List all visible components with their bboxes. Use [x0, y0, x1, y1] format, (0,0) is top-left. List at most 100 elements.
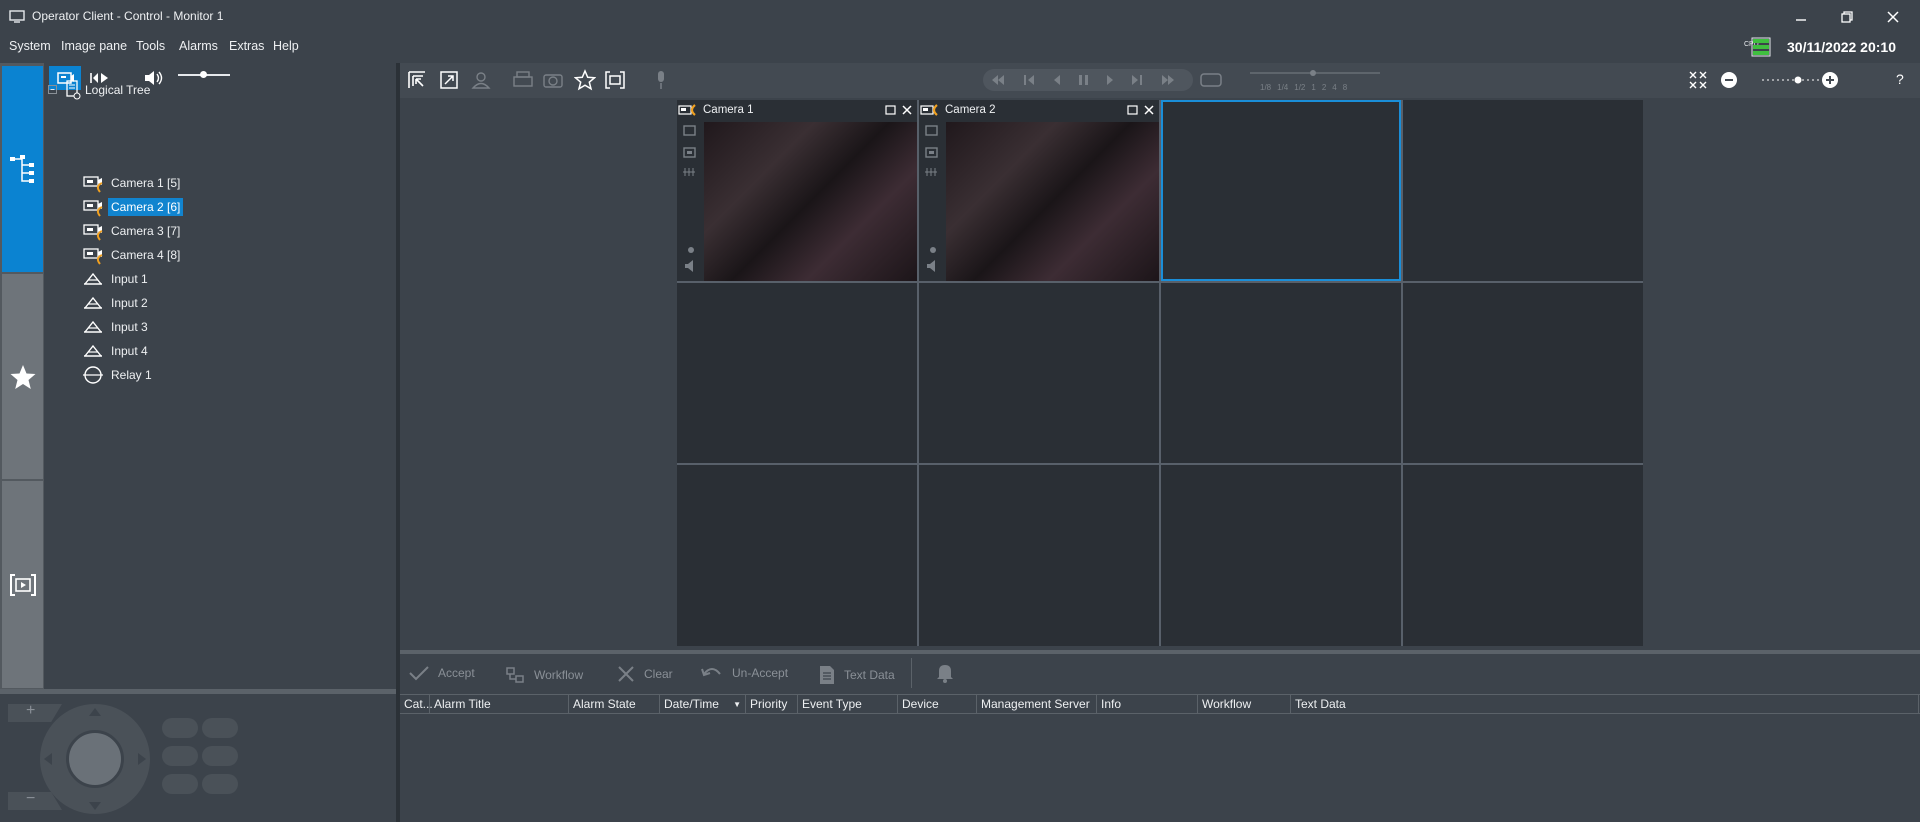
unaccept-label: Un-Accept: [732, 666, 789, 680]
image-pane-cell-11[interactable]: [1161, 465, 1401, 646]
microphone-button[interactable]: [650, 69, 672, 94]
loop-button[interactable]: [1198, 69, 1224, 94]
pane-maximize-icon[interactable]: [885, 104, 897, 116]
image-pane-cell-4[interactable]: [1403, 100, 1643, 281]
ptz-focus-near-button[interactable]: [202, 746, 238, 766]
tree-item-camera-3[interactable]: Camera 3 [7]: [82, 219, 183, 243]
ptz-preset-button[interactable]: [162, 774, 198, 794]
column-device[interactable]: Device: [898, 695, 977, 714]
tree-item-label: Input 1: [111, 272, 148, 286]
image-pane-cell-6[interactable]: [919, 283, 1159, 463]
ptz-iris-close-button[interactable]: [202, 718, 238, 738]
more-panes-button[interactable]: [1819, 69, 1841, 94]
tree-item-input-2[interactable]: Input 2: [82, 291, 151, 315]
speed-slider-track: [1250, 70, 1380, 76]
clear-panes-button[interactable]: [1687, 69, 1709, 94]
fewer-panes-button[interactable]: [1718, 69, 1740, 94]
column-date-time[interactable]: Date/Time ▼: [660, 695, 746, 714]
close-window-button[interactable]: [1870, 0, 1916, 33]
camera-1-video[interactable]: [704, 122, 917, 281]
column-alarm-title[interactable]: Alarm Title: [430, 695, 569, 714]
column-event-type[interactable]: Event Type: [798, 695, 898, 714]
tree-item-input-3[interactable]: Input 3: [82, 315, 151, 339]
image-pane-cell-5[interactable]: [677, 283, 917, 463]
volume-slider-thumb[interactable]: [200, 71, 207, 78]
image-pane-cell-3[interactable]: [1161, 100, 1401, 281]
pane-close-icon[interactable]: [1143, 104, 1155, 116]
cpu-load-icon: CPU: [1744, 37, 1771, 57]
menu-extras[interactable]: Extras: [229, 39, 264, 53]
fullscreen-button[interactable]: [438, 69, 460, 94]
menu-tools[interactable]: Tools: [136, 39, 165, 53]
ptz-aux-button[interactable]: [202, 774, 238, 794]
tree-item-input-4[interactable]: Input 4: [82, 339, 151, 363]
add-favorite-button[interactable]: [573, 69, 597, 94]
tree-root[interactable]: Logical Tree: [64, 78, 153, 102]
restore-button[interactable]: [1824, 0, 1870, 33]
image-pane-cell-2[interactable]: Camera 2: [919, 100, 1159, 281]
x-icon: [618, 666, 634, 682]
operator-button[interactable]: [470, 69, 492, 94]
tree-item-label: Camera 2 [6]: [108, 198, 184, 216]
menu-system[interactable]: System: [9, 39, 51, 53]
operator-icon: [471, 72, 491, 89]
image-pane-cell-12[interactable]: [1403, 465, 1643, 646]
image-pane-cell-8[interactable]: [1403, 283, 1643, 463]
tree-root-label: Logical Tree: [85, 83, 151, 97]
bookmark-frame-icon: [605, 71, 625, 89]
print-button[interactable]: [512, 69, 534, 94]
clear-alarm-button[interactable]: Clear: [616, 664, 673, 684]
help-button[interactable]: ?: [1896, 71, 1904, 87]
ptz-focus-far-button[interactable]: [162, 746, 198, 766]
image-pane-toolbar: 1/8 1/4 1/2 1 2 4 8 ?: [400, 63, 1920, 98]
tree-item-label: Relay 1: [111, 368, 152, 382]
speed-label: 1/2: [1294, 83, 1306, 92]
maximize-icon: [440, 71, 458, 89]
tab-bookmarks[interactable]: [2, 481, 43, 688]
column-management-server[interactable]: Management Server: [977, 695, 1097, 714]
cpu-indicator[interactable]: CPU: [1744, 37, 1772, 62]
snapshot-button[interactable]: [542, 69, 564, 94]
menu-help[interactable]: Help: [273, 39, 299, 53]
tree-item-relay-1[interactable]: Relay 1: [82, 363, 155, 387]
column-text-data[interactable]: Text Data: [1291, 695, 1919, 714]
tree-item-camera-2[interactable]: Camera 2 [6]: [82, 195, 184, 219]
bookmark-button[interactable]: [604, 69, 626, 94]
checkmark-icon: [409, 666, 429, 681]
tree-item-camera-1[interactable]: Camera 1 [5]: [82, 171, 183, 195]
alarm-bell-button[interactable]: [934, 662, 956, 687]
playback-speed-slider[interactable]: 1/8 1/4 1/2 1 2 4 8: [1240, 69, 1390, 93]
pane-layout-button[interactable]: [406, 69, 428, 94]
tree-collapse-toggle[interactable]: [48, 84, 58, 98]
unaccept-alarm-button[interactable]: Un-Accept: [700, 664, 788, 682]
text-data-button[interactable]: Text Data: [818, 664, 895, 686]
ptz-direction-arrows-icon: [44, 708, 146, 810]
column-workflow[interactable]: Workflow: [1198, 695, 1291, 714]
tab-logical-tree[interactable]: [2, 66, 43, 272]
menu-alarms[interactable]: Alarms: [179, 39, 218, 53]
tab-favorites[interactable]: [2, 274, 43, 479]
pane-maximize-icon[interactable]: [1127, 104, 1139, 116]
menu-image-pane[interactable]: Image pane: [61, 39, 127, 53]
text-data-label: Text Data: [844, 668, 895, 682]
alarm-camera-icon: [83, 200, 103, 217]
camera-2-video[interactable]: [946, 122, 1159, 281]
alarm-list[interactable]: [400, 714, 1920, 822]
column-info[interactable]: Info: [1097, 695, 1198, 714]
ptz-iris-open-button[interactable]: [162, 718, 198, 738]
pane-close-icon[interactable]: [901, 104, 913, 116]
tree-item-camera-4[interactable]: Camera 4 [8]: [82, 243, 183, 267]
image-pane-cell-10[interactable]: [919, 465, 1159, 646]
column-priority[interactable]: Priority: [746, 695, 798, 714]
image-pane-cell-9[interactable]: [677, 465, 917, 646]
tree-item-input-1[interactable]: Input 1: [82, 267, 151, 291]
image-pane-cell-7[interactable]: [1161, 283, 1401, 463]
column-alarm-state[interactable]: Alarm State: [569, 695, 660, 714]
minimize-button[interactable]: [1778, 0, 1824, 33]
pane-side-toolbar: [677, 122, 704, 281]
image-pane-cell-1[interactable]: Camera 1: [677, 100, 917, 281]
workflow-button[interactable]: Workflow: [504, 664, 583, 686]
accept-label: Accept: [438, 666, 475, 680]
accept-alarm-button[interactable]: Accept: [408, 664, 475, 682]
column-category[interactable]: Cat...: [400, 695, 433, 714]
